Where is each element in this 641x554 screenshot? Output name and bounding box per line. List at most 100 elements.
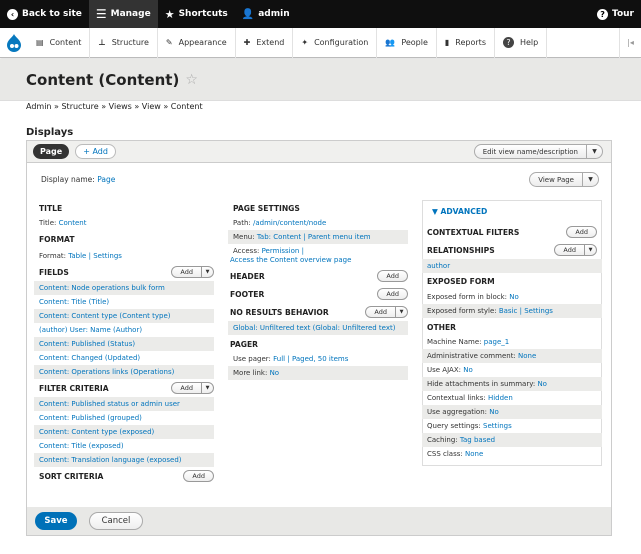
tray-item-appearance[interactable]: ✎ Appearance — [158, 27, 236, 58]
tray-item-help[interactable]: ? Help — [495, 27, 548, 58]
tray-item-people[interactable]: 👥 People — [377, 27, 437, 58]
other-link[interactable]: None — [518, 352, 536, 360]
fields-add-dropbutton[interactable]: Add ▼ — [171, 266, 214, 278]
displays-panel: Page + Add Edit view name/description ▼ … — [26, 140, 612, 508]
other-label: Query settings: — [427, 422, 481, 430]
field-row[interactable]: Content: Title (Title) — [34, 295, 214, 309]
access-link[interactable]: Permission — [262, 247, 300, 255]
format-link[interactable]: Table — [68, 252, 86, 260]
no-results-row[interactable]: Global: Unfiltered text (Global: Unfilte… — [228, 321, 408, 335]
other-row: Hide attachments in summary: No — [422, 377, 602, 391]
edit-view-name-button[interactable]: Edit view name/description — [475, 148, 586, 156]
column-middle: PAGE SETTINGS Path: /admin/content/node … — [228, 204, 408, 380]
path-link[interactable]: /admin/content/node — [253, 219, 326, 227]
access-overview-link[interactable]: Access the Content overview page — [228, 255, 408, 267]
tray-item-label: Reports — [455, 38, 486, 47]
no-results-add-dropbutton[interactable]: Add ▼ — [365, 306, 408, 318]
content-icon: ▤ — [36, 38, 44, 47]
filter-row[interactable]: Content: Translation language (exposed) — [34, 453, 214, 467]
tray-item-structure[interactable]: ⊥ Structure — [90, 27, 158, 58]
shortcuts-tab[interactable]: ★ Shortcuts — [158, 0, 235, 28]
other-link[interactable]: Settings — [483, 422, 512, 430]
manage-tab[interactable]: ☰ Manage — [88, 0, 158, 28]
question-icon: ? — [502, 37, 514, 48]
advanced-toggle[interactable]: ▼ ADVANCED — [422, 207, 602, 223]
title-link[interactable]: Content — [59, 219, 87, 227]
exposed-style-row: Exposed form style: Basic | Settings — [422, 304, 602, 318]
tray-orientation-toggle-icon[interactable]: |◂ — [619, 27, 641, 58]
filter-row[interactable]: Content: Title (exposed) — [34, 439, 214, 453]
other-label: Machine Name: — [427, 338, 482, 346]
exposed-style-settings-link[interactable]: Settings — [524, 307, 553, 315]
format-settings-link[interactable]: Settings — [93, 252, 122, 260]
field-row[interactable]: Content: Published (Status) — [34, 337, 214, 351]
more-link-link[interactable]: No — [270, 369, 280, 377]
pager-link[interactable]: Full — [273, 355, 285, 363]
view-page-button[interactable]: View Page — [530, 176, 582, 184]
footer-add-button[interactable]: Add — [377, 288, 408, 300]
add-button[interactable]: Add — [366, 308, 395, 316]
other-link[interactable]: No — [489, 408, 499, 416]
menu-link[interactable]: Tab: Content — [257, 233, 301, 241]
user-tab[interactable]: 👤 admin — [235, 0, 297, 28]
filter-row[interactable]: Content: Content type (exposed) — [34, 425, 214, 439]
user-icon: 👤 — [241, 8, 255, 20]
chevron-down-icon[interactable]: ▼ — [395, 307, 407, 317]
tray-item-configuration[interactable]: ✦ Configuration — [293, 27, 378, 58]
manage-label: Manage — [110, 9, 151, 19]
drupal-logo-icon[interactable] — [0, 28, 28, 58]
other-link[interactable]: No — [463, 366, 473, 374]
sort-add-button[interactable]: Add — [183, 470, 214, 482]
field-row[interactable]: (author) User: Name (Author) — [34, 323, 214, 337]
other-link[interactable]: page_1 — [484, 338, 509, 346]
tray-item-reports[interactable]: ▮ Reports — [437, 27, 495, 58]
relationship-row[interactable]: author — [422, 259, 602, 273]
other-link[interactable]: Hidden — [488, 394, 513, 402]
other-link[interactable]: None — [465, 450, 483, 458]
exposed-style-link[interactable]: Basic — [499, 307, 518, 315]
field-row[interactable]: Content: Content type (Content type) — [34, 309, 214, 323]
other-row: CSS class: None — [422, 447, 602, 461]
other-row: Contextual links: Hidden — [422, 391, 602, 405]
filter-row[interactable]: Content: Published (grouped) — [34, 411, 214, 425]
separator: | — [287, 355, 290, 363]
display-name-link[interactable]: Page — [97, 175, 115, 184]
format-label: Format: — [39, 252, 67, 260]
add-button[interactable]: Add — [555, 246, 584, 254]
tray-item-content[interactable]: ▤ Content — [28, 27, 91, 58]
save-button[interactable]: Save — [35, 512, 77, 530]
tray-item-extend[interactable]: ✚ Extend — [236, 27, 294, 58]
header-add-button[interactable]: Add — [377, 270, 408, 282]
filter-add-dropbutton[interactable]: Add ▼ — [171, 382, 214, 394]
shortcut-star-icon[interactable]: ☆ — [185, 72, 198, 88]
field-row[interactable]: Content: Changed (Updated) — [34, 351, 214, 365]
pager-items-link[interactable]: Paged, 50 items — [292, 355, 348, 363]
tab-page[interactable]: Page — [33, 144, 70, 159]
displays-heading: Displays — [26, 127, 74, 138]
field-row[interactable]: Content: Operations links (Operations) — [34, 365, 214, 379]
chevron-down-icon[interactable]: ▼ — [586, 145, 602, 158]
sort-heading-label: SORT CRITERIA — [39, 471, 104, 481]
tour-button[interactable]: ? Tour — [590, 0, 641, 28]
other-row: Query settings: Settings — [422, 419, 602, 433]
parent-menu-link[interactable]: Parent menu item — [308, 233, 371, 241]
add-button[interactable]: Add — [172, 384, 201, 392]
add-display-button[interactable]: + Add — [75, 144, 116, 159]
chevron-down-icon[interactable]: ▼ — [584, 245, 596, 255]
chevron-down-icon[interactable]: ▼ — [201, 383, 213, 393]
relationships-add-dropbutton[interactable]: Add ▼ — [554, 244, 597, 256]
other-link[interactable]: No — [537, 380, 547, 388]
header-heading-label: HEADER — [230, 271, 265, 281]
fields-heading-label: FIELDS — [39, 267, 69, 277]
contextual-add-button[interactable]: Add — [566, 226, 597, 238]
other-link[interactable]: Tag based — [460, 436, 495, 444]
back-to-site-link[interactable]: ‹ Back to site — [0, 0, 89, 28]
chevron-down-icon[interactable]: ▼ — [201, 267, 213, 277]
exposed-block-link[interactable]: No — [509, 293, 519, 301]
add-button[interactable]: Add — [172, 268, 201, 276]
chevron-down-icon[interactable]: ▼ — [582, 173, 598, 186]
cancel-button[interactable]: Cancel — [89, 512, 143, 530]
filter-row[interactable]: Content: Published status or admin user — [34, 397, 214, 411]
breadcrumb[interactable]: Admin » Structure » Views » View » Conte… — [26, 102, 203, 111]
field-row[interactable]: Content: Node operations bulk form — [34, 281, 214, 295]
